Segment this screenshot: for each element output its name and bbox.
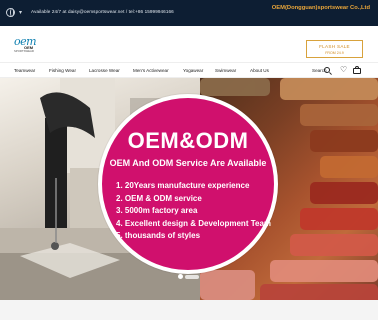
feature-item: 5. thousands of styles <box>116 231 201 240</box>
nav-item-about-us[interactable]: About Us <box>250 68 269 73</box>
slider-dot-active[interactable] <box>178 274 183 279</box>
flash-sale-button[interactable]: FLASH SALE FROM 24.9 <box>306 40 363 58</box>
nav-item-mens-activewear[interactable]: Men's Activewear <box>133 68 169 73</box>
promo-circle: OEM&ODM OEM And ODM Service Are Availabl… <box>98 94 278 274</box>
nav-item-yogawear[interactable]: Yogawear <box>183 68 203 73</box>
flash-sale-label: FLASH SALE <box>319 44 350 49</box>
feature-item: 2. OEM & ODM service <box>116 193 202 203</box>
hero-banner[interactable]: OEM&ODM OEM And ODM Service Are Availabl… <box>0 78 378 300</box>
hero-subtitle: OEM And ODM Service Are Available <box>109 158 267 168</box>
top-bar: ▾ Available 24/7 at daisy@oemsportswear.… <box>0 0 378 26</box>
hero-title: OEM&ODM <box>127 128 249 153</box>
nav-item-swimwear[interactable]: Swimwear <box>215 68 236 73</box>
company-name: OEM(Dongguan)sportswear Co.,Ltd <box>271 5 370 11</box>
main-nav: Teamwear Fishing Wear Lacrosse Wear Men'… <box>0 62 378 78</box>
slider-dot[interactable] <box>185 275 199 279</box>
slider-pagination[interactable] <box>178 274 200 279</box>
nav-item-fishing-wear[interactable]: Fishing Wear <box>49 68 76 73</box>
globe-icon[interactable] <box>6 8 15 17</box>
contact-info[interactable]: Available 24/7 at daisy@oemsportswear.ne… <box>31 9 174 14</box>
feature-item: 4. Excellent design & Development Team <box>116 218 272 228</box>
feature-item: 3. 5000m factory area <box>116 206 198 215</box>
heart-icon[interactable]: ♡ <box>340 66 347 74</box>
search-icon[interactable] <box>324 67 330 73</box>
logo-tagline: SPORTSWEAR <box>14 49 34 53</box>
site-header: oem OEM SPORTSWEAR FLASH SALE FROM 24.9 <box>0 26 378 62</box>
flash-sale-price: FROM 24.9 <box>325 51 344 55</box>
shopping-bag-icon[interactable] <box>353 66 361 74</box>
page-bottom-strip <box>0 300 378 320</box>
nav-item-teamwear[interactable]: Teamwear <box>14 68 35 73</box>
chevron-down-icon[interactable]: ▾ <box>19 9 22 16</box>
feature-item: 1. 20Years manufacture experience <box>116 181 250 190</box>
feature-list: 1. 20Years manufacture experience 2. OEM… <box>116 180 271 243</box>
logo[interactable]: oem OEM SPORTSWEAR <box>14 35 44 54</box>
nav-item-lacrosse-wear[interactable]: Lacrosse Wear <box>89 68 120 73</box>
